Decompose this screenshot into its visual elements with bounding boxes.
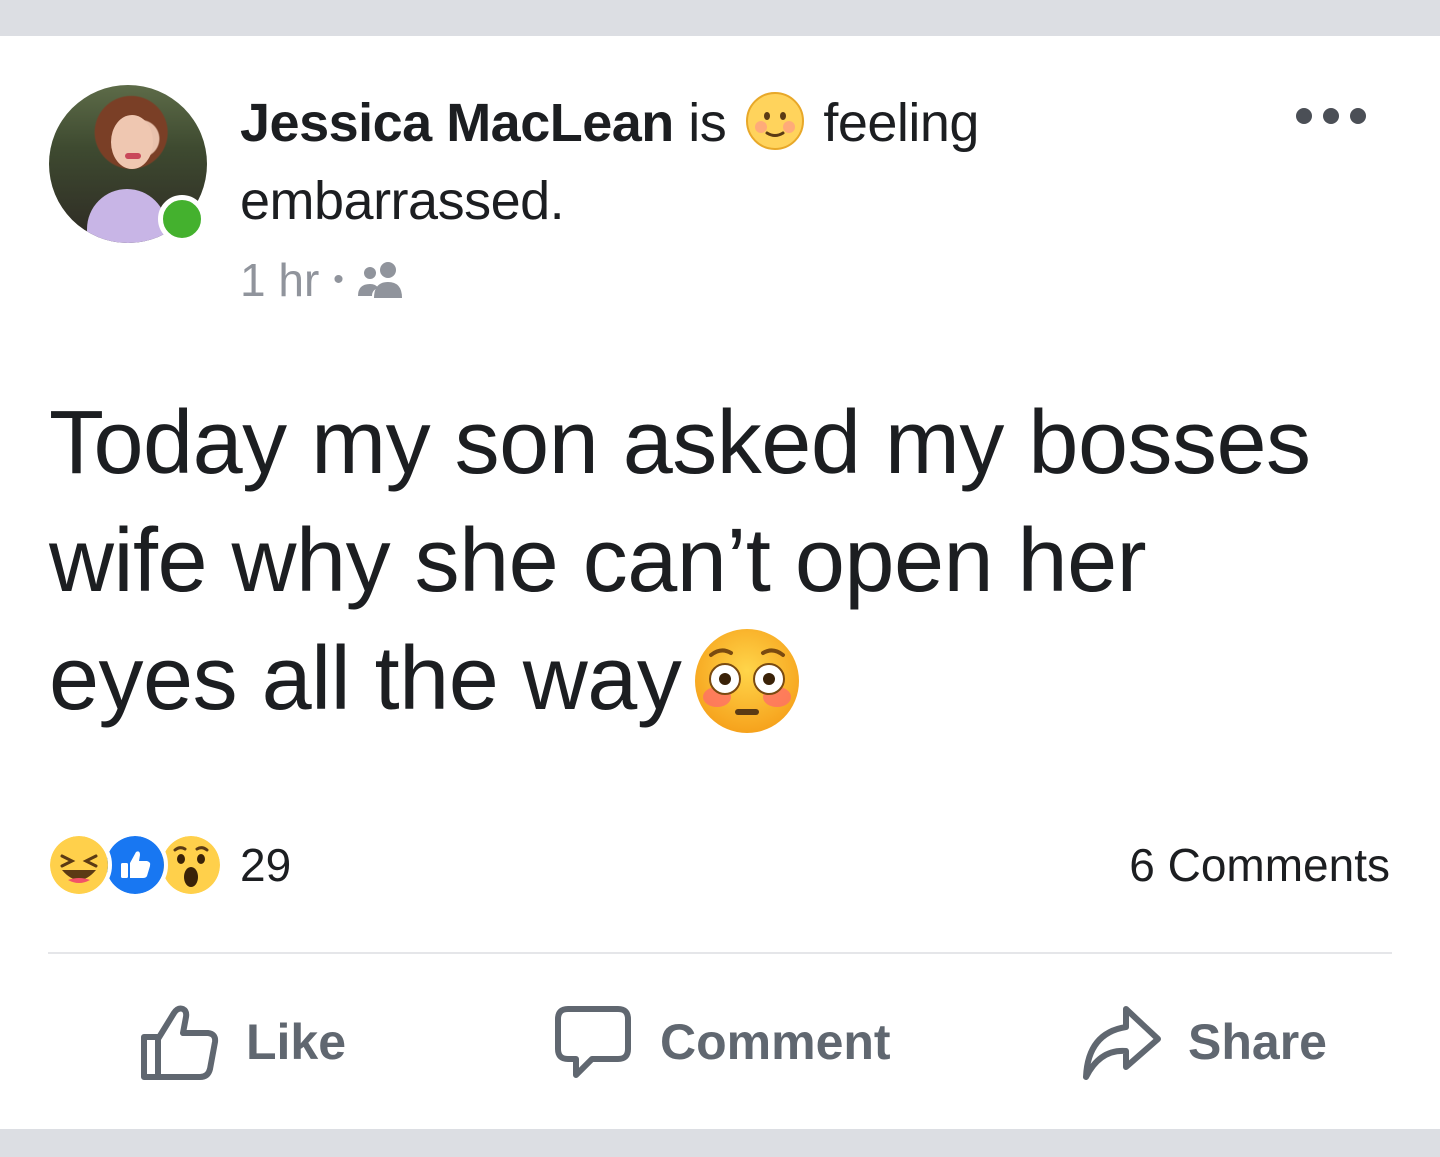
more-dot bbox=[1350, 108, 1366, 124]
meta-separator: • bbox=[333, 263, 344, 296]
avatar-face bbox=[111, 115, 153, 169]
feeling-value[interactable]: embarrassed. bbox=[240, 171, 565, 231]
like-button[interactable]: Like bbox=[138, 1000, 346, 1084]
reactions-summary[interactable]: 29 bbox=[46, 832, 291, 898]
share-button[interactable]: Share bbox=[1080, 1000, 1327, 1084]
reaction-count: 29 bbox=[240, 839, 292, 891]
more-dot bbox=[1323, 108, 1339, 124]
more-options-icon[interactable] bbox=[1296, 104, 1366, 128]
post-text-line: wife why she can’t open her bbox=[49, 511, 1147, 611]
embarrassed-emoji-icon bbox=[745, 92, 804, 150]
post-time[interactable]: 1 hr bbox=[240, 253, 319, 307]
post-body: Today my son asked my bosses wife why sh… bbox=[49, 384, 1409, 738]
post-meta: 1 hr • bbox=[240, 250, 410, 310]
like-label: Like bbox=[246, 1014, 347, 1070]
share-arrow-icon bbox=[1083, 1006, 1161, 1080]
post-text-line: Today my son asked my bosses bbox=[49, 393, 1311, 493]
post-text-line-end: eyes all the way bbox=[49, 629, 682, 729]
comment-bubble-icon bbox=[555, 1006, 631, 1078]
online-status-dot bbox=[158, 195, 206, 243]
avatar-lips bbox=[125, 153, 141, 159]
top-frame-bar bbox=[0, 0, 1440, 36]
post-header: Jessica MacLean is feeling embarrassed. bbox=[240, 84, 1240, 240]
bottom-frame-bar bbox=[0, 1129, 1440, 1157]
header-verb: is bbox=[688, 93, 727, 153]
friends-icon[interactable] bbox=[357, 258, 410, 302]
feeling-word: feeling bbox=[823, 93, 979, 153]
comment-button[interactable]: Comment bbox=[552, 1000, 891, 1084]
author-name[interactable]: Jessica MacLean bbox=[240, 93, 674, 153]
avatar-shirt bbox=[87, 189, 167, 243]
more-dot bbox=[1296, 108, 1312, 124]
laughing-reaction-icon bbox=[46, 832, 112, 898]
post-text-line: eyes all the way bbox=[49, 620, 1409, 738]
thumbs-up-icon bbox=[141, 1005, 219, 1080]
action-divider bbox=[48, 952, 1392, 954]
comment-count-link[interactable]: 6 Comments bbox=[1129, 832, 1390, 898]
share-label: Share bbox=[1188, 1014, 1327, 1070]
flushed-face-emoji-icon bbox=[695, 629, 800, 733]
comment-label: Comment bbox=[660, 1014, 891, 1070]
